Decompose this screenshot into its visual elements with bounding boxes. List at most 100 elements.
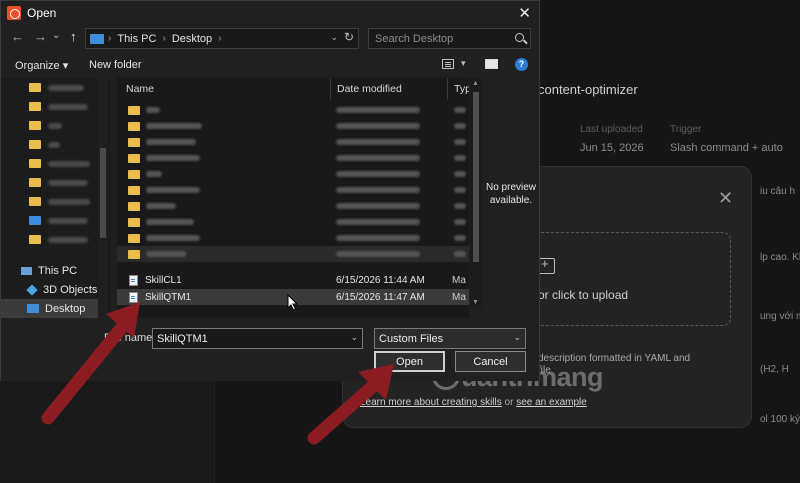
- column-divider: [330, 78, 331, 100]
- file-row[interactable]: [117, 214, 469, 230]
- address-bar[interactable]: › This PC › Desktop › ⌄ ↻: [85, 28, 359, 49]
- folder-icon: [128, 121, 140, 131]
- file-name: SkillCL1: [145, 274, 182, 286]
- folder-icon: [128, 137, 140, 147]
- annotation-arrow-icon: [41, 302, 140, 425]
- scrollbar-thumb[interactable]: [473, 92, 479, 262]
- file-date: 6/15/2026 11:44 AM: [336, 274, 425, 286]
- sidebar-item-folder[interactable]: [1, 173, 111, 192]
- upload-dropzone[interactable]: [513, 232, 731, 326]
- scroll-up-icon[interactable]: ▲: [472, 80, 479, 87]
- file-row[interactable]: [117, 150, 469, 166]
- sidebar-item-folder[interactable]: [1, 116, 111, 135]
- folder-icon: [29, 197, 41, 206]
- breadcrumb-this-pc[interactable]: This PC: [117, 33, 156, 45]
- scrollbar-thumb[interactable]: [100, 148, 106, 238]
- help-icon[interactable]: ?: [515, 58, 528, 71]
- preview-pane-icon[interactable]: [485, 59, 498, 69]
- file-row[interactable]: [117, 118, 469, 134]
- annotation-arrow-icon: [307, 364, 394, 445]
- sidebar-item-folder[interactable]: [1, 78, 111, 97]
- sidebar-item-this-pc[interactable]: This PC: [1, 261, 111, 280]
- scroll-down-icon[interactable]: ▼: [472, 299, 479, 306]
- folder-icon: [29, 159, 41, 168]
- file-row[interactable]: [117, 246, 469, 262]
- file-row[interactable]: [117, 166, 469, 182]
- back-arrow-icon[interactable]: ←: [11, 29, 24, 44]
- organize-button[interactable]: Organize ▾: [15, 59, 68, 72]
- close-icon[interactable]: ✕: [718, 188, 733, 209]
- file-list: ^ Name Date modified Typ SkillCL1 6/15/2…: [117, 78, 469, 318]
- file-row[interactable]: [117, 198, 469, 214]
- column-header-date-modified[interactable]: Date modified: [337, 78, 402, 100]
- app-icon: [7, 6, 21, 20]
- folder-icon: [29, 140, 41, 149]
- search-icon: [515, 33, 524, 42]
- column-header-type[interactable]: Typ: [454, 78, 469, 100]
- side-snippet: lp cao. Khi: [760, 252, 800, 263]
- file-row[interactable]: SkillCL1 6/15/2026 11:44 AM Ma: [117, 272, 469, 288]
- dialog-titlebar: Open ✕: [1, 1, 539, 25]
- folder-icon: [29, 235, 41, 244]
- meta-value: Slash command + auto: [670, 142, 783, 154]
- sidebar-item-folder[interactable]: [1, 230, 111, 249]
- side-snippet: ol 100 ký: [760, 414, 800, 425]
- up-arrow-icon[interactable]: ↑: [70, 29, 77, 44]
- file-row[interactable]: [117, 134, 469, 150]
- folder-icon: [29, 178, 41, 187]
- file-name: SkillQTM1: [145, 291, 192, 303]
- chevron-down-icon[interactable]: ⌄: [330, 32, 338, 43]
- folder-icon: [29, 102, 41, 111]
- refresh-icon[interactable]: ↻: [344, 30, 354, 44]
- folder-icon: [128, 153, 140, 163]
- see-example-link[interactable]: see an example: [516, 397, 587, 408]
- file-type: Ma: [452, 291, 466, 303]
- breadcrumb-desktop[interactable]: Desktop: [172, 33, 212, 45]
- mouse-cursor-icon: [287, 294, 299, 311]
- folder-icon: [128, 201, 140, 211]
- chevron-down-icon[interactable]: ▾: [461, 58, 466, 69]
- file-type-select[interactable]: Custom Files ⌄: [374, 328, 526, 349]
- sidebar-item-folder[interactable]: [1, 97, 111, 116]
- folder-icon: [29, 83, 41, 92]
- search-placeholder: Search Desktop: [375, 32, 454, 45]
- sidebar-item-folder[interactable]: [1, 135, 111, 154]
- preview-pane-text: No preview available.: [485, 182, 537, 206]
- file-list-scrollbar[interactable]: ▲ ▼: [470, 78, 482, 308]
- file-row[interactable]: [117, 230, 469, 246]
- meta-value: Jun 15, 2026: [580, 142, 644, 154]
- folder-icon: [128, 249, 140, 259]
- search-input[interactable]: Search Desktop: [368, 28, 531, 49]
- new-folder-button[interactable]: New folder: [89, 59, 142, 71]
- file-date: 6/15/2026 11:47 AM: [336, 291, 425, 303]
- skill-title: content-optimizer: [538, 82, 638, 97]
- sidebar-item-label: This PC: [38, 264, 78, 277]
- file-row[interactable]: [117, 182, 469, 198]
- file-row[interactable]: [117, 102, 469, 118]
- side-snippet: (H2, H: [760, 364, 789, 375]
- forward-arrow-icon[interactable]: →: [34, 29, 47, 44]
- upload-text: or click to upload: [538, 288, 629, 302]
- folder-icon: [29, 121, 41, 130]
- file-name-input[interactable]: SkillQTM1 ⌄: [152, 328, 363, 349]
- chevron-right-icon: ›: [108, 33, 112, 44]
- folder-icon: [128, 169, 140, 179]
- close-icon[interactable]: ✕: [518, 4, 531, 22]
- sidebar-scrollbar[interactable]: [98, 78, 108, 317]
- sidebar-item-folder[interactable]: [1, 192, 111, 211]
- sidebar-item-folder[interactable]: [1, 211, 111, 230]
- folder-icon: [128, 233, 140, 243]
- meta-label: Trigger: [670, 124, 702, 135]
- file-name-value: SkillQTM1: [157, 332, 208, 345]
- chevron-down-icon[interactable]: ⌄: [350, 332, 358, 343]
- column-header-name[interactable]: Name: [126, 78, 154, 100]
- chevron-right-icon: ›: [162, 33, 166, 44]
- sidebar-item-folder[interactable]: [1, 154, 111, 173]
- recent-locations-icon[interactable]: ⌄: [52, 30, 60, 41]
- cancel-button[interactable]: Cancel: [455, 351, 526, 372]
- sort-ascending-icon: ^: [222, 78, 226, 83]
- view-options-icon[interactable]: [442, 59, 454, 69]
- document-icon: [129, 274, 138, 286]
- folder-icon: [128, 185, 140, 195]
- side-snippet: ung với m: [760, 311, 800, 322]
